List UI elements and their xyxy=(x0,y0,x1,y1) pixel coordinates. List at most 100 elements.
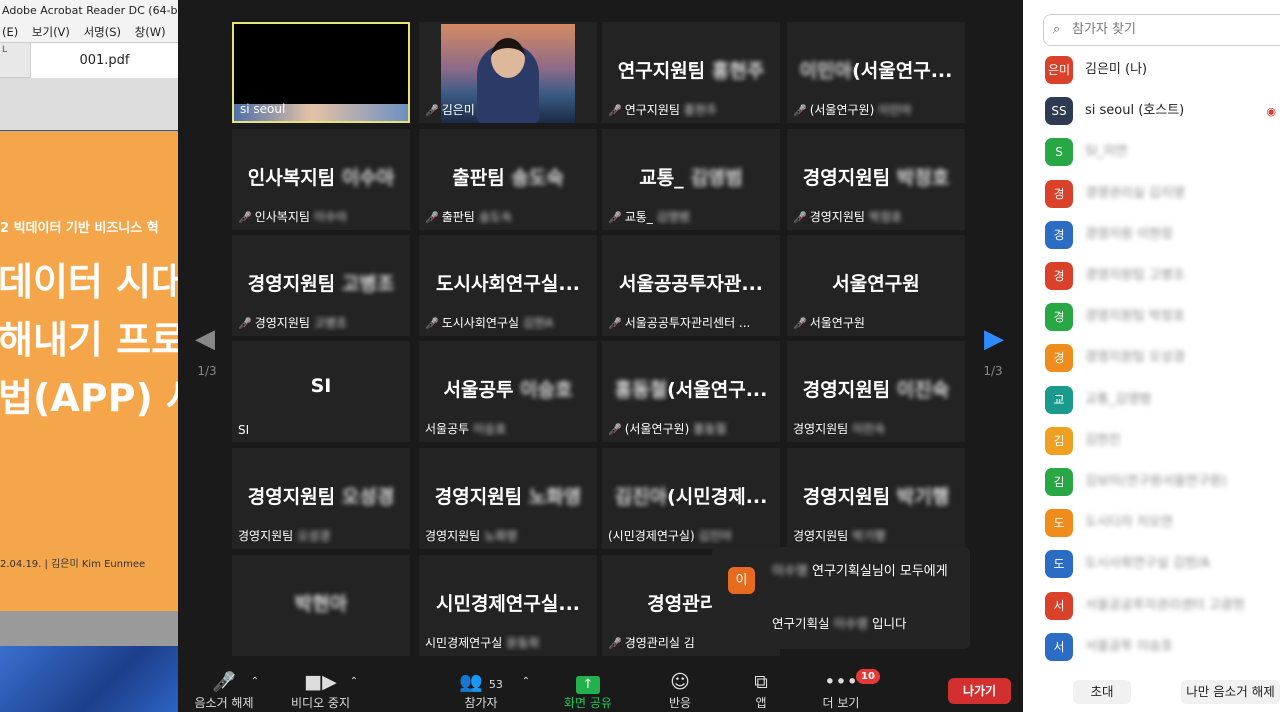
participant-row[interactable]: 교 교통_김영범 xyxy=(1043,385,1280,415)
participant-video-tile[interactable]: 홍동철(서울연구... 🎤̸ (서울연구원) 홍동철 xyxy=(602,341,780,442)
participant-row[interactable]: 경 경영지원팀 박정호 xyxy=(1043,302,1280,332)
search-icon: ⌕ xyxy=(1053,22,1061,37)
notification-message: 연구기획실 이수영 입니다 xyxy=(772,613,962,632)
participant-video-tile[interactable]: 도시사회연구실... 🎤̸ 도시사회연구실 김현A xyxy=(419,235,597,336)
audio-options-caret[interactable]: ⌃ xyxy=(248,676,262,687)
participant-row[interactable]: 김 김보미(연구원서울연구원) xyxy=(1043,467,1280,497)
video-feed-blank xyxy=(234,24,408,104)
participant-video-tile[interactable]: si seoul xyxy=(232,22,410,123)
menu-window[interactable]: 창(W) xyxy=(135,25,166,39)
participant-video-tile[interactable]: 🎤̸ 김은미 xyxy=(419,22,597,123)
participant-video-tile[interactable]: 서울공투 이승호 서울공투 이승호 xyxy=(419,341,597,442)
participant-row[interactable]: S SI_미연 xyxy=(1043,137,1280,167)
participant-video-tile[interactable]: 출판팀 송도숙 🎤̸ 출판팀 송도숙 xyxy=(419,129,597,230)
participant-video-tile[interactable]: 이민아(서울연구... 🎤̸ (서울연구원) 이민아 xyxy=(787,22,965,123)
page-indicator-right: 1/3 xyxy=(983,364,1003,378)
participant-name: 서울공투 이승호 xyxy=(1085,638,1173,654)
share-screen-icon: ↑ xyxy=(558,670,618,694)
avatar: 교 xyxy=(1045,385,1073,414)
tile-display-name: 시민경제연구실... xyxy=(435,593,580,615)
tile-name-label: 서울공투 이승호 xyxy=(425,422,507,436)
avatar: 경 xyxy=(1045,344,1073,373)
desktop-wallpaper xyxy=(0,646,178,712)
notification-avatar: 이 xyxy=(728,567,755,594)
reactions-button[interactable]: ☺ 반응 xyxy=(656,670,704,711)
meeting-toolbar: 🎤̸ 음소거 해제 ⌃ ■▶ 비디오 중지 ⌃ 👥 53 참가자 ⌃ ↑ 화면 공… xyxy=(178,658,1023,712)
participant-row[interactable]: SS si seoul (호스트) ◉ xyxy=(1043,96,1280,126)
menu-edit[interactable]: (E) xyxy=(2,25,18,39)
participant-video-tile[interactable]: 시민경제연구실... 시민경제연구실 윤동희 xyxy=(419,555,597,656)
apps-button[interactable]: ⧉ 앱 xyxy=(743,670,779,711)
notification-line1: 연구기획실님이 모두에게 xyxy=(812,564,948,579)
avatar: 김 xyxy=(1045,426,1073,455)
avatar: 은미 xyxy=(1045,56,1073,84)
unmute-me-button[interactable]: 나만 음소거 해제 xyxy=(1181,680,1280,704)
menu-view[interactable]: 보기(V) xyxy=(32,25,70,39)
tile-display-name: 홍동철(서울연구... xyxy=(614,379,768,401)
avatar: S xyxy=(1045,138,1073,167)
participant-video-tile[interactable]: 경영지원팀 이진숙경영지원팀 이진숙 xyxy=(787,341,965,442)
video-options-caret[interactable]: ⌃ xyxy=(347,676,361,687)
participant-name: 도시사회연구실 김현/A xyxy=(1085,556,1211,572)
participant-row[interactable]: 서 서울공공투자관리센터 고광현 xyxy=(1043,591,1280,621)
participants-label: 참가자 xyxy=(464,696,498,710)
tab-document[interactable]: 001.pdf xyxy=(30,43,178,78)
participants-panel: ⌕ 참가자 찾기 은미 김은미 (나) SS si seoul (호스트) ◉ S SI_미… xyxy=(1023,0,1280,712)
leave-button[interactable]: 나가기 xyxy=(948,678,1011,704)
mic-muted-icon: 🎤̸ xyxy=(238,317,252,330)
tile-display-name: 경영지원팀 노화영 xyxy=(434,486,582,508)
avatar: 김 xyxy=(1045,468,1073,496)
participant-video-tile[interactable]: 경영지원팀 고병조 🎤̸ 경영지원팀 고병조 xyxy=(232,235,410,336)
chat-notification[interactable]: 이 이수영 연구기획실님이 모두에게 연구기획실 이수영 입니다 xyxy=(712,547,970,649)
acrobat-window: Adobe Acrobat Reader DC (64-b (E) 보기(V) … xyxy=(0,0,178,712)
participant-video-tile[interactable]: 경영지원팀 오성경 경영지원팀 오성경 xyxy=(232,448,410,549)
participant-row[interactable]: 은미 김은미 (나) xyxy=(1043,55,1280,85)
participant-row[interactable]: 도 도시디자 지오연 xyxy=(1043,508,1280,538)
tile-name-label: 시민경제연구실 윤동희 xyxy=(425,636,540,650)
participant-video-tile[interactable]: 경영지원팀 노화영 경영지원팀 노화영 xyxy=(419,448,597,549)
participant-row[interactable]: 경 경영지원팀 오성경 xyxy=(1043,343,1280,373)
invite-button[interactable]: 초대 xyxy=(1073,680,1131,704)
participant-row[interactable]: 서 서울공투 이승호 xyxy=(1043,632,1280,662)
tile-name-label: 🎤̸ 교통_ 김영범 xyxy=(608,210,690,224)
participant-video-tile[interactable]: 김진아(시민경제... (시민경제연구실) 김진아 xyxy=(602,448,780,549)
tile-name-label: 경영지원팀 이진숙 xyxy=(793,422,886,436)
participant-search-input[interactable]: ⌕ 참가자 찾기 xyxy=(1043,14,1280,46)
participant-row[interactable]: 경 경영지원 이현정 xyxy=(1043,220,1280,250)
participant-video-tile[interactable]: SI SI xyxy=(232,341,410,442)
slide-subtitle: 2 빅데이터 기반 비즈니스 혁 xyxy=(0,221,159,236)
share-screen-label: 화면 공유 xyxy=(564,696,612,710)
tile-display-name: 인사복지팀 이수아 xyxy=(247,167,395,189)
participant-row[interactable]: 김 김현진 xyxy=(1043,426,1280,456)
next-page-icon[interactable]: ▶ xyxy=(984,324,1004,354)
participant-name: SI_미연 xyxy=(1085,144,1128,160)
participant-video-tile[interactable]: 경영지원팀 박정호 🎤̸ 경영지원팀 박정호 xyxy=(787,129,965,230)
participants-button[interactable]: 👥 53 참가자 xyxy=(451,670,511,711)
search-placeholder: 참가자 찾기 xyxy=(1072,22,1136,37)
prev-page-icon[interactable]: ◀ xyxy=(195,324,215,354)
participant-video-tile[interactable]: 박현아 xyxy=(232,555,410,656)
participant-video-tile[interactable]: 서울공공투자관... 🎤̸ 서울공공투자관리센터 ... xyxy=(602,235,780,336)
participant-row[interactable]: 경 경영관리실 김지영 xyxy=(1043,179,1280,209)
participant-video-tile[interactable]: 교통_ 김영범 🎤̸ 교통_ 김영범 xyxy=(602,129,780,230)
participants-caret[interactable]: ⌃ xyxy=(519,676,533,687)
participant-video-tile[interactable]: 서울연구원 🎤̸ 서울연구원 xyxy=(787,235,965,336)
mic-muted-icon: 🎤̸ xyxy=(425,211,439,224)
avatar: 경 xyxy=(1045,220,1073,249)
menu-sign[interactable]: 서명(S) xyxy=(84,25,121,39)
tile-name-label: 🎤̸ 경영지원팀 고병조 xyxy=(238,316,348,330)
tile-name-label: 🎤̸ 김은미 xyxy=(425,103,475,117)
notification-line2-blur: 이수영 xyxy=(833,616,869,631)
participant-video-tile[interactable]: 경영지원팀 박기행 경영지원팀 박기행 xyxy=(787,448,965,549)
participant-video-tile[interactable]: 인사복지팀 이수아 🎤̸ 인사복지팀 이수아 xyxy=(232,129,410,230)
share-screen-button[interactable]: ↑ 화면 공유 xyxy=(558,670,618,711)
participant-row[interactable]: 경 경영지원팀 고병조 xyxy=(1043,261,1280,291)
participant-video-tile[interactable]: 연구지원팀 홍현주 🎤̸ 연구지원팀 홍현주 xyxy=(602,22,780,123)
mic-muted-icon: 🎤̸ xyxy=(238,211,252,224)
tile-name-label: (시민경제연구실) 김진아 xyxy=(608,529,732,543)
tile-display-name: 경영지원팀 이진숙 xyxy=(802,379,950,401)
tile-name-label: 🎤̸ 인사복지팀 이수아 xyxy=(238,210,348,224)
participant-name: 경영지원팀 고병조 xyxy=(1085,268,1185,283)
notification-sender: 이수영 xyxy=(772,564,808,579)
participant-row[interactable]: 도 도시사회연구실 김현/A xyxy=(1043,549,1280,579)
